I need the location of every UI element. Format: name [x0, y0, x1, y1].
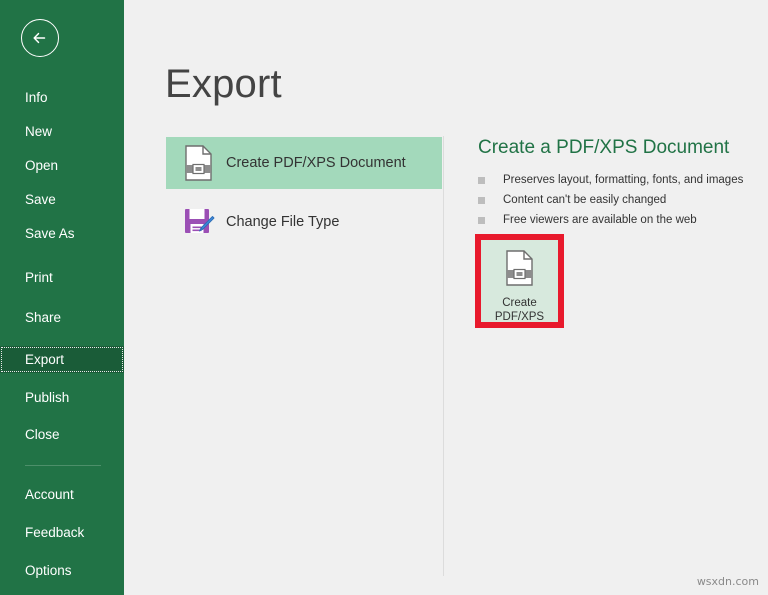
sidebar-item-publish[interactable]: Publish: [0, 384, 124, 411]
create-pdf-xps-button-label-line1: Create: [502, 296, 537, 310]
sidebar-item-label: Feedback: [25, 525, 84, 540]
create-pdf-xps-button-label-line2: PDF/XPS: [495, 310, 544, 324]
sidebar-item-label: Save As: [25, 226, 75, 241]
sidebar-item-save-as[interactable]: Save As: [0, 220, 124, 247]
list-item: Content can't be easily changed: [478, 190, 743, 210]
bullet-square-icon: [478, 197, 485, 204]
list-item-label: Preserves layout, formatting, fonts, and…: [503, 170, 743, 190]
list-item: Preserves layout, formatting, fonts, and…: [478, 170, 743, 190]
sidebar-item-label: Account: [25, 487, 74, 502]
sidebar-item-label: Export: [25, 352, 64, 367]
export-option-create-pdf-xps-document[interactable]: Create PDF/XPS Document: [166, 137, 442, 189]
list-item-label: Content can't be easily changed: [503, 190, 666, 210]
detail-bullet-list: Preserves layout, formatting, fonts, and…: [478, 170, 743, 230]
sidebar-item-label: Options: [25, 563, 72, 578]
back-button[interactable]: [21, 19, 59, 57]
sidebar-item-label: New: [25, 124, 52, 139]
sidebar-divider: [25, 465, 101, 466]
sidebar: Info New Open Save Save As Print Share E…: [0, 0, 124, 595]
sidebar-item-print[interactable]: Print: [0, 264, 124, 291]
sidebar-item-options[interactable]: Options: [0, 557, 124, 584]
sidebar-item-info[interactable]: Info: [0, 84, 124, 111]
export-option-change-file-type[interactable]: Change File Type: [166, 196, 442, 248]
pdf-document-icon: [505, 250, 535, 291]
sidebar-item-export[interactable]: Export: [0, 346, 124, 373]
list-item: Free viewers are available on the web: [478, 210, 743, 230]
column-divider: [443, 136, 444, 576]
sidebar-item-label: Open: [25, 158, 58, 173]
bullet-square-icon: [478, 217, 485, 224]
detail-heading: Create a PDF/XPS Document: [478, 137, 729, 159]
sidebar-item-close[interactable]: Close: [0, 421, 124, 448]
sidebar-item-label: Close: [25, 427, 60, 442]
back-arrow-icon: [22, 20, 58, 56]
sidebar-item-feedback[interactable]: Feedback: [0, 519, 124, 546]
export-option-label: Change File Type: [226, 214, 339, 230]
sidebar-item-new[interactable]: New: [0, 118, 124, 145]
sidebar-item-account[interactable]: Account: [0, 481, 124, 508]
sidebar-item-share[interactable]: Share: [0, 304, 124, 331]
create-pdf-xps-button[interactable]: Create PDF/XPS: [481, 240, 558, 322]
pdf-document-icon: [176, 145, 222, 181]
watermark: wsxdn.com: [697, 575, 759, 588]
page-title: Export: [165, 62, 282, 107]
sidebar-item-save[interactable]: Save: [0, 186, 124, 213]
sidebar-item-open[interactable]: Open: [0, 152, 124, 179]
sidebar-item-label: Save: [25, 192, 56, 207]
floppy-disk-pencil-icon: [176, 206, 222, 238]
export-option-label: Create PDF/XPS Document: [226, 155, 406, 171]
list-item-label: Free viewers are available on the web: [503, 210, 697, 230]
sidebar-item-label: Publish: [25, 390, 69, 405]
sidebar-item-label: Print: [25, 270, 53, 285]
sidebar-item-label: Share: [25, 310, 61, 325]
bullet-square-icon: [478, 177, 485, 184]
sidebar-item-label: Info: [25, 90, 48, 105]
